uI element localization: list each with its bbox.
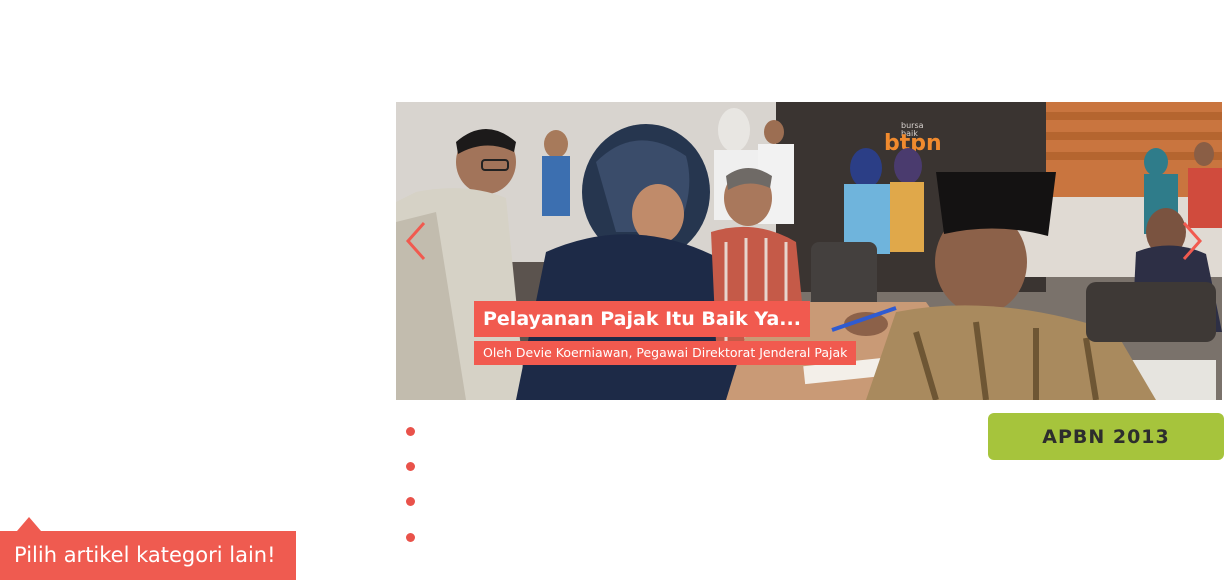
choose-category-button[interactable]: Pilih artikel kategori lain! [0,531,296,580]
chevron-left-icon [405,222,426,260]
chevron-right-icon [1182,222,1203,260]
slider-dot-1[interactable] [406,427,415,436]
tooltip-notch [17,517,41,531]
slide-author-byline: Oleh Devie Koerniawan, Pegawai Direktora… [474,341,857,365]
slider-dot-4[interactable] [406,533,415,542]
slider-next-button[interactable] [1174,216,1210,266]
slider-prev-button[interactable] [398,216,434,266]
slider-dot-2[interactable] [406,462,415,471]
slider-dot-3[interactable] [406,497,415,506]
apbn-tag-button[interactable]: APBN 2013 [988,413,1224,460]
featured-article-slider: bursa baik btpn Pelayanan Pajak Itu Baik… [396,102,1222,400]
slide-title-link[interactable]: Pelayanan Pajak Itu Baik Ya... [474,301,810,337]
